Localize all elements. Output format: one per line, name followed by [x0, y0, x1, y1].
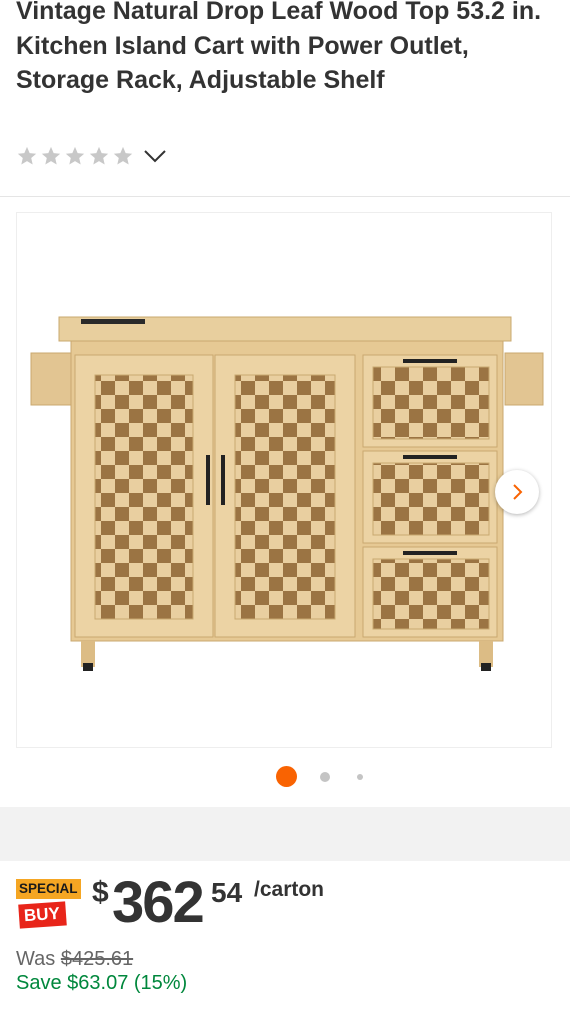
was-price-value: $425.61 [60, 948, 134, 970]
carousel-dots [0, 766, 570, 788]
carousel-dot[interactable] [320, 772, 330, 782]
product-title: Vintage Natural Drop Leaf Wood Top 53.2 … [16, 0, 542, 94]
star-icon [113, 146, 133, 165]
product-image[interactable] [16, 212, 552, 748]
price-dollars: 362 [112, 870, 205, 935]
special-buy-label: SPECIAL [16, 879, 81, 899]
star-icon [89, 146, 109, 165]
rating-stars[interactable] [16, 145, 168, 167]
next-image-button[interactable] [495, 470, 539, 514]
star-icon [41, 146, 61, 165]
chevron-down-icon[interactable] [142, 147, 168, 165]
kitchen-island-cart-image [30, 316, 544, 671]
price-currency: $ [92, 876, 109, 909]
buy-label: BUY [18, 901, 67, 929]
was-label: Was [16, 948, 56, 970]
divider [0, 196, 570, 197]
chevron-right-icon [513, 484, 523, 500]
special-buy-badge: SPECIAL BUY [16, 879, 82, 931]
was-price: Was $425.61 [16, 948, 133, 971]
carousel-dot[interactable] [357, 774, 363, 780]
section-separator [0, 807, 570, 861]
price-unit: /carton [254, 878, 325, 901]
savings-text: Save $63.07 (15%) [16, 972, 188, 994]
star-icon [65, 146, 85, 165]
carousel-dot-active[interactable] [276, 766, 297, 787]
star-icon [17, 146, 37, 165]
price-cents: 54 [211, 877, 243, 908]
